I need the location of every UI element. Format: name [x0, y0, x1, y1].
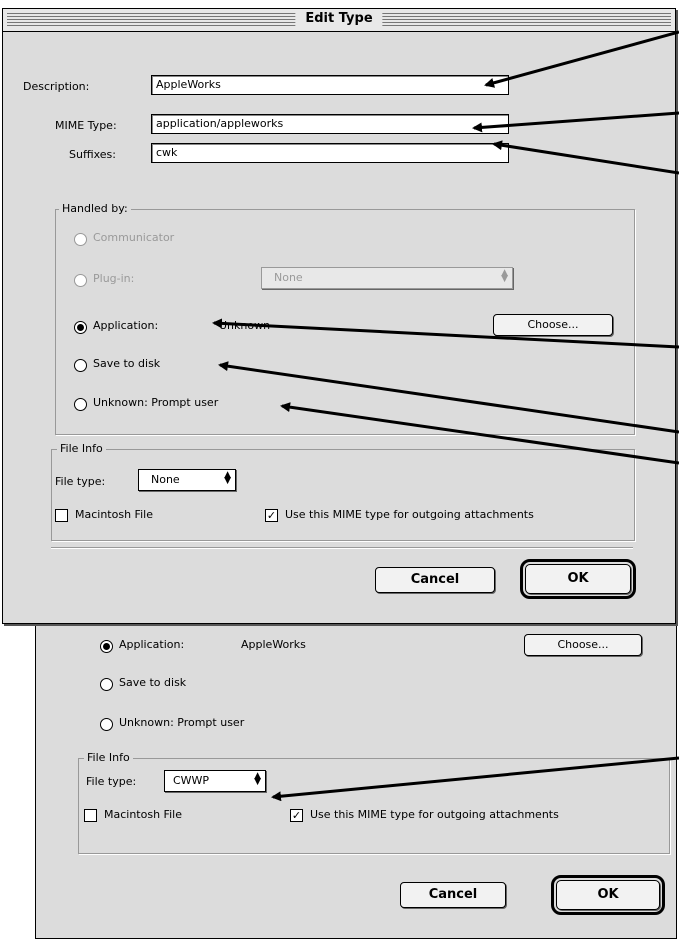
callout-arrow-unknown: [280, 402, 679, 465]
callout-arrow-application: [212, 318, 679, 349]
callout-arrow-save: [218, 361, 679, 434]
callout-arrow-suffixes: [492, 140, 679, 175]
callout-arrows: [212, 30, 679, 802]
callout-arrow-file-type: [271, 756, 679, 802]
callout-arrow-mime: [472, 111, 679, 133]
callout-arrow-description: [484, 30, 679, 88]
